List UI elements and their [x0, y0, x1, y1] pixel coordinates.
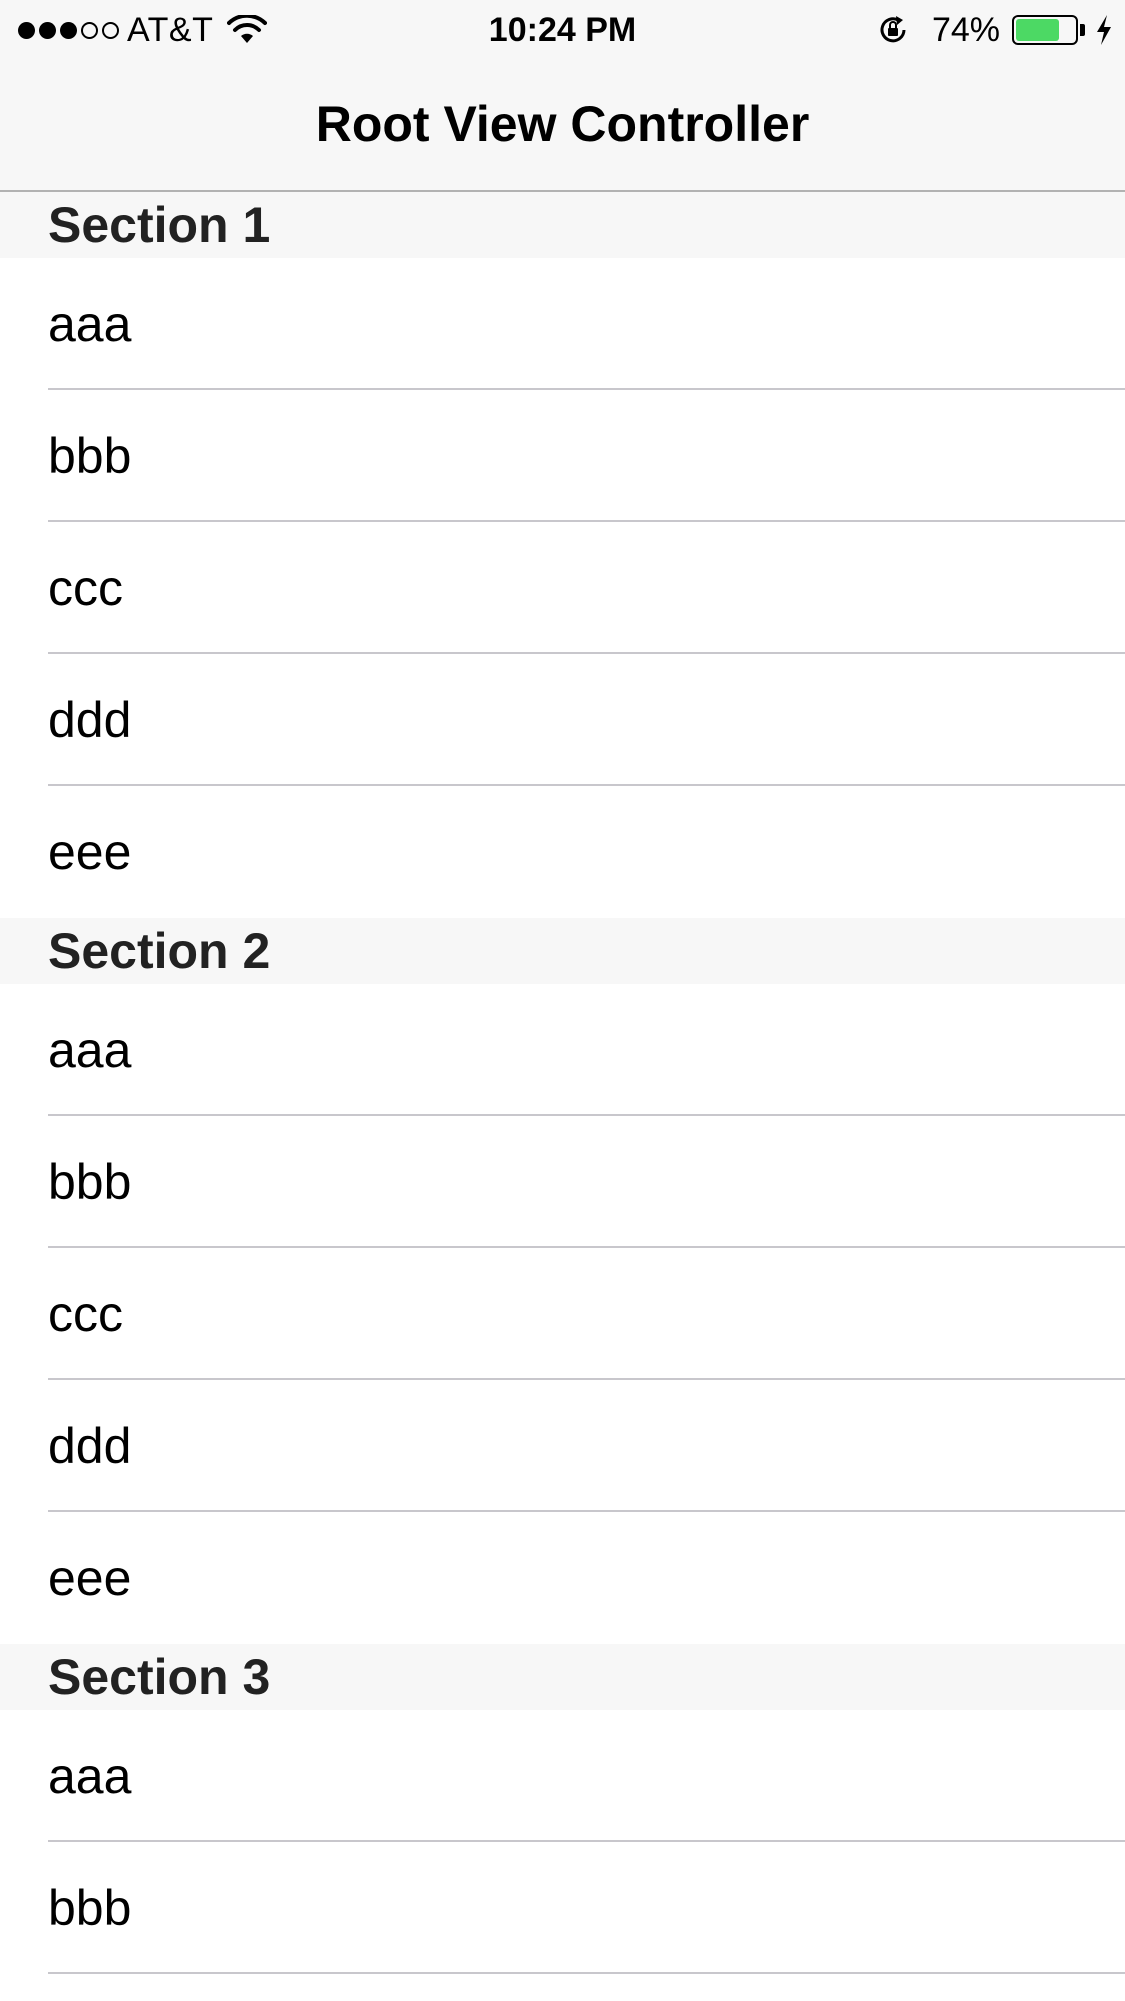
table-row-label: ddd [48, 692, 132, 748]
battery-percent: 74% [931, 10, 1000, 49]
table-row[interactable]: aaa [0, 984, 1125, 1116]
table-row[interactable]: eee [0, 1512, 1125, 1644]
signal-dot-empty [81, 21, 98, 39]
status-bar: AT&T 10:24 PM 74% [0, 0, 1125, 60]
table-row[interactable]: eee [0, 786, 1125, 918]
table-row[interactable]: ccc [0, 1248, 1125, 1380]
section-title: Section 1 [48, 197, 271, 253]
navigation-bar: Root View Controller [0, 60, 1125, 192]
table-row[interactable]: bbb [0, 1116, 1125, 1248]
table-row[interactable]: aaa [0, 1710, 1125, 1842]
signal-dot-full [60, 21, 77, 39]
wifi-icon [227, 15, 268, 43]
battery-level-fill [1016, 19, 1059, 41]
table-row-label: aaa [48, 1022, 132, 1078]
table-row-label: eee [48, 1550, 132, 1606]
table-row[interactable]: aaa [0, 258, 1125, 390]
signal-dots-icon [18, 21, 119, 39]
table-row-label: ddd [48, 1418, 132, 1474]
status-bar-left: AT&T [18, 8, 268, 52]
row-separator [48, 1972, 1125, 1974]
table-row-label: aaa [48, 296, 132, 352]
rotation-lock-icon [880, 16, 906, 43]
table-row-label: ccc [48, 1286, 123, 1342]
status-bar-right: 74% [876, 8, 1113, 52]
table-row-label: bbb [48, 1880, 132, 1936]
section-header: Section 1 [0, 192, 1125, 258]
section-title: Section 2 [48, 923, 271, 979]
table-row-label: ccc [48, 560, 123, 616]
carrier-name: AT&T [127, 10, 214, 49]
charging-bolt-icon [1097, 15, 1111, 45]
section-header: Section 2 [0, 918, 1125, 984]
section-title: Section 3 [48, 1649, 271, 1705]
table-row[interactable]: ddd [0, 654, 1125, 786]
table-view[interactable]: Section 1 aaa bbb ccc ddd eee Section 2 aaa bbb c… [0, 192, 1125, 1974]
signal-dot-full [18, 21, 35, 39]
phone-screen: AT&T 10:24 PM 74% Root View Controller S… [0, 0, 1125, 2001]
table-row-label: bbb [48, 428, 132, 484]
section-header: Section 3 [0, 1644, 1125, 1710]
page-title: Root View Controller [315, 96, 810, 152]
table-row-label: aaa [48, 1748, 132, 1804]
table-row[interactable]: ddd [0, 1380, 1125, 1512]
table-row[interactable]: ccc [0, 522, 1125, 654]
battery-tip [1080, 24, 1085, 36]
battery-icon [1012, 15, 1078, 45]
table-row-label: bbb [48, 1154, 132, 1210]
table-row[interactable]: bbb [0, 1842, 1125, 1974]
signal-dot-full [39, 21, 56, 39]
signal-dot-empty [102, 21, 119, 39]
table-row[interactable]: bbb [0, 390, 1125, 522]
table-row-label: eee [48, 824, 132, 880]
